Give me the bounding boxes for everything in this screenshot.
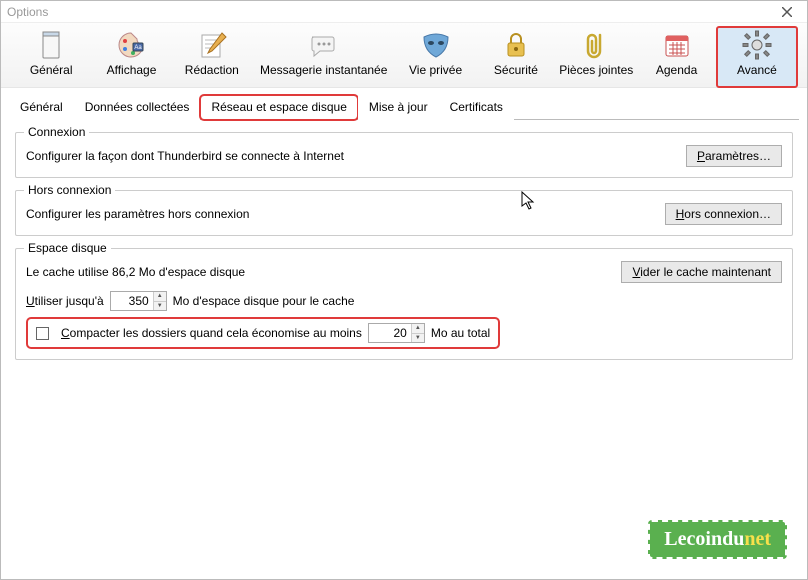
connection-text: Configurer la façon dont Thunderbird se … — [26, 149, 344, 163]
clear-cache-button[interactable]: Vider le cache maintenant — [621, 261, 782, 283]
toolbar-label: Pièces jointes — [559, 63, 633, 77]
group-legend: Hors connexion — [24, 183, 115, 197]
subtab-bar: Général Données collectées Réseau et esp… — [1, 88, 807, 119]
subtab-label: Certificats — [450, 100, 503, 114]
cache-size-field[interactable] — [111, 292, 153, 310]
toolbar-item-calendar[interactable]: Agenda — [636, 27, 716, 87]
settings-button[interactable]: Paramètres… — [686, 145, 782, 167]
subtab-update[interactable]: Mise à jour — [358, 95, 439, 120]
offline-button[interactable]: Hors connexion… — [665, 203, 782, 225]
mask-icon — [420, 29, 452, 61]
use-upto-suffix: Mo d'espace disque pour le cache — [173, 294, 355, 308]
watermark-brand: Lecoindu — [664, 528, 744, 550]
subtab-general[interactable]: Général — [9, 95, 74, 120]
compact-suffix: Mo au total — [431, 326, 490, 340]
subtab-data[interactable]: Données collectées — [74, 95, 201, 120]
title-bar: Options — [1, 1, 807, 23]
toolbar-label: Avancé — [737, 63, 777, 77]
close-button[interactable] — [773, 3, 801, 21]
toolbar-item-display[interactable]: Aa Affichage — [91, 27, 171, 87]
toolbar-item-composition[interactable]: Rédaction — [172, 27, 252, 87]
compact-size-input[interactable]: ▲▼ — [368, 323, 425, 343]
toolbar-item-advanced[interactable]: Avancé — [717, 27, 797, 87]
window-title: Options — [7, 5, 48, 19]
chat-icon — [308, 29, 340, 61]
palette-icon: Aa — [115, 29, 147, 61]
subtab-certificates[interactable]: Certificats — [439, 95, 514, 120]
group-connection: Connexion Configurer la façon dont Thund… — [15, 132, 793, 178]
svg-text:Aa: Aa — [135, 45, 143, 51]
subtab-label: Mise à jour — [369, 100, 428, 114]
toolbar-label: Sécurité — [494, 63, 538, 77]
compact-row: Compacter les dossiers quand cela économ… — [26, 317, 500, 349]
toolbar-item-general[interactable]: Général — [11, 27, 91, 87]
toolbar-label: Agenda — [656, 63, 697, 77]
cache-text: Le cache utilise 86,2 Mo d'espace disque — [26, 265, 245, 279]
use-upto-label: Utiliser jusqu'à — [26, 294, 104, 308]
spinner[interactable]: ▲▼ — [153, 292, 166, 310]
gear-icon — [741, 29, 773, 61]
watermark: Lecoindunet — [648, 520, 787, 559]
compact-checkbox[interactable] — [36, 327, 49, 340]
content-area: Connexion Configurer la façon dont Thund… — [1, 120, 807, 384]
subtab-label: Général — [20, 100, 63, 114]
lock-icon — [500, 29, 532, 61]
toolbar-label: Messagerie instantanée — [260, 63, 387, 77]
cache-size-input[interactable]: ▲▼ — [110, 291, 167, 311]
group-disk: Espace disque Le cache utilise 86,2 Mo d… — [15, 248, 793, 360]
spinner[interactable]: ▲▼ — [411, 324, 424, 342]
subtab-network-disk[interactable]: Réseau et espace disque — [200, 95, 357, 120]
paperclip-icon — [580, 29, 612, 61]
toolbar-label: Vie privée — [409, 63, 462, 77]
compose-icon — [196, 29, 228, 61]
group-offline: Hors connexion Configurer les paramètres… — [15, 190, 793, 236]
watermark-suffix: net — [744, 528, 771, 550]
offline-text: Configurer les paramètres hors connexion — [26, 207, 249, 221]
group-legend: Espace disque — [24, 241, 111, 255]
subtab-label: Réseau et espace disque — [211, 100, 346, 114]
toolbar-item-privacy[interactable]: Vie privée — [395, 27, 475, 87]
toolbar-item-chat[interactable]: Messagerie instantanée — [252, 27, 395, 87]
toolbar-label: Général — [30, 63, 73, 77]
calendar-icon — [661, 29, 693, 61]
page-icon — [35, 29, 67, 61]
toolbar-label: Affichage — [107, 63, 157, 77]
toolbar-item-security[interactable]: Sécurité — [476, 27, 556, 87]
main-toolbar: Général Aa Affichage Rédaction Messageri… — [1, 23, 807, 88]
group-legend: Connexion — [24, 125, 89, 139]
compact-label: Compacter les dossiers quand cela économ… — [61, 326, 362, 340]
toolbar-label: Rédaction — [185, 63, 239, 77]
subtab-label: Données collectées — [85, 100, 190, 114]
toolbar-item-attachments[interactable]: Pièces jointes — [556, 27, 636, 87]
compact-size-field[interactable] — [369, 324, 411, 342]
